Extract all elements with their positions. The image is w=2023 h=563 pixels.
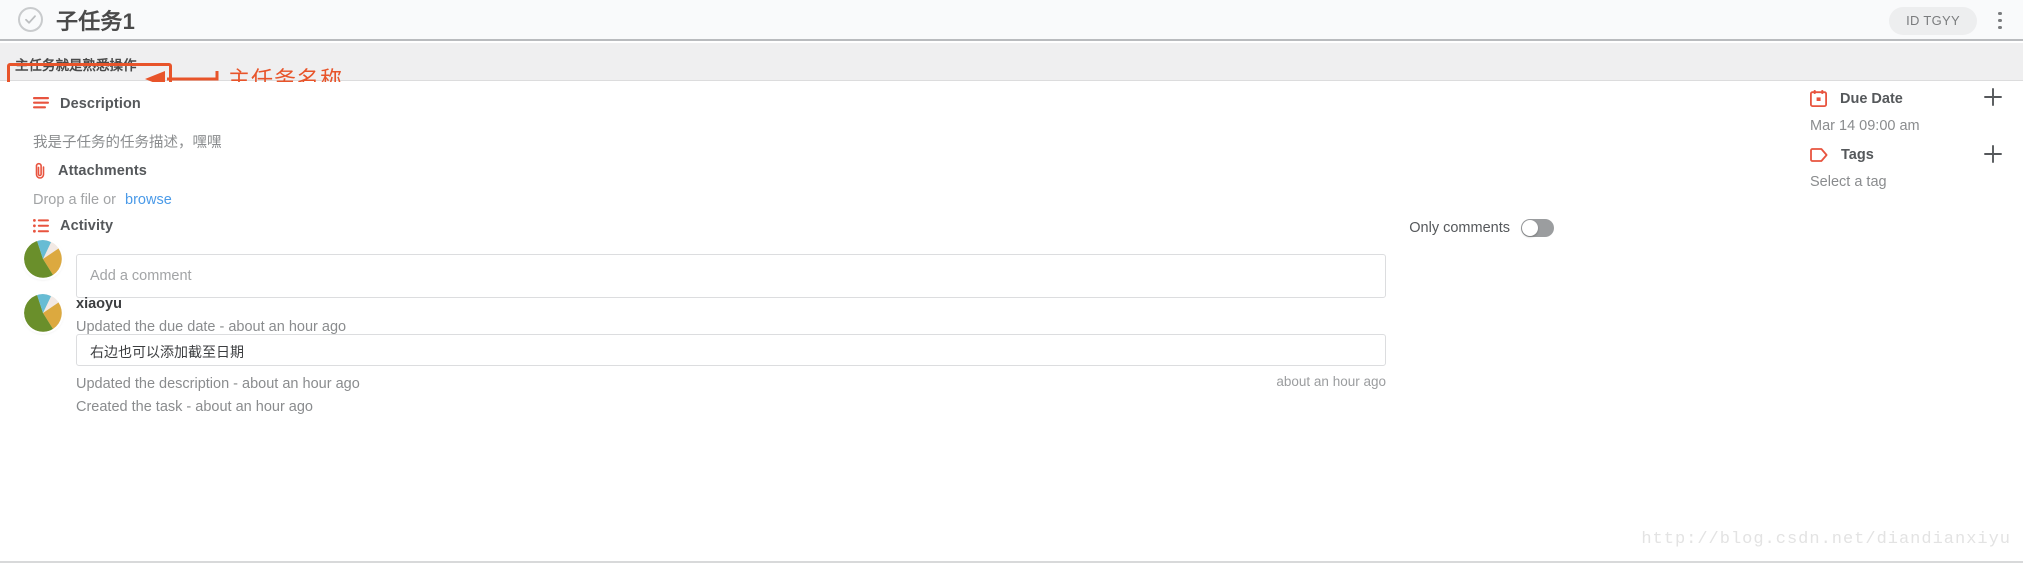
task-main-column: Description 我是子任务的任务描述，嘿嘿 Attachments Dr…	[0, 82, 1790, 563]
only-comments-label: Only comments	[1409, 220, 1510, 236]
due-date-heading: Due Date	[1840, 90, 1903, 107]
task-sidebar: Due Date Mar 14 09:00 am Tags Select a t…	[1790, 82, 2023, 563]
task-detail-page: 子任务1 ID TGYY 主任务就是熟悉操作 主任务名称 Description…	[0, 0, 2023, 563]
task-id-badge[interactable]: ID TGYY	[1889, 6, 1977, 35]
task-body: Description 我是子任务的任务描述，嘿嘿 Attachments Dr…	[0, 82, 2023, 563]
only-comments-control[interactable]: Only comments	[1409, 219, 1554, 237]
watermark-text: http://blog.csdn.net/diandianxiyu	[1641, 530, 2011, 549]
attachments-dropzone[interactable]: Drop a file or browse	[33, 192, 172, 208]
check-circle-icon[interactable]	[18, 7, 43, 32]
comment-placeholder: Add a comment	[90, 268, 192, 284]
page-title: 子任务1	[56, 8, 136, 34]
tags-heading: Tags	[1841, 147, 1874, 163]
activity-user-name[interactable]: xiaoyu	[76, 296, 346, 312]
breadcrumb-parent-task[interactable]: 主任务就是熟悉操作	[15, 54, 137, 74]
add-due-date-plus-icon[interactable]	[1982, 86, 2004, 108]
attachments-section-header: Attachments	[33, 162, 147, 179]
activity-list-icon	[33, 219, 49, 233]
toggle-knob	[1522, 220, 1538, 236]
activity-comment-text: 右边也可以添加截至日期	[90, 344, 244, 360]
header-left-group: 子任务1	[0, 4, 135, 36]
tag-icon	[1810, 148, 1828, 162]
description-text[interactable]: 我是子任务的任务描述，嘿嘿	[33, 131, 222, 152]
sidebar-section-due-date: Due Date Mar 14 09:00 am	[1790, 88, 2023, 134]
description-lines-icon	[33, 97, 49, 109]
activity-heading: Activity	[60, 218, 114, 234]
kebab-menu-icon[interactable]	[1993, 8, 2007, 34]
dropzone-text: Drop a file or	[33, 192, 117, 208]
calendar-icon	[1810, 90, 1827, 107]
avatar	[24, 240, 62, 278]
tags-value[interactable]: Select a tag	[1810, 174, 2023, 190]
activity-entry: Created the task - about an hour ago	[76, 399, 313, 415]
activity-entry: Updated the description - about an hour …	[76, 376, 360, 392]
due-date-value[interactable]: Mar 14 09:00 am	[1810, 118, 2023, 134]
activity-action-text: Updated the due date - about an hour ago	[76, 319, 347, 335]
paperclip-icon	[35, 162, 45, 179]
only-comments-toggle[interactable]	[1521, 219, 1554, 237]
activity-comment-bubble[interactable]: 右边也可以添加截至日期	[76, 334, 1386, 366]
activity-comment-time: about an hour ago	[1276, 374, 1386, 389]
activity-section-header: Activity	[33, 218, 113, 234]
due-date-header: Due Date	[1790, 88, 2023, 107]
page-header: 子任务1 ID TGYY	[0, 0, 2023, 41]
description-section-header: Description	[33, 96, 141, 112]
tags-header: Tags	[1790, 145, 2023, 163]
description-heading: Description	[60, 96, 141, 112]
avatar	[24, 294, 62, 332]
comment-input[interactable]: Add a comment	[76, 254, 1386, 298]
browse-link[interactable]: browse	[125, 192, 172, 208]
activity-entry: xiaoyu Updated the due date - about an h…	[76, 296, 346, 335]
sidebar-section-tags: Tags Select a tag	[1790, 145, 2023, 190]
header-right-group: ID TGYY	[1889, 0, 2011, 41]
add-tag-plus-icon[interactable]	[1982, 143, 2004, 165]
attachments-heading: Attachments	[58, 162, 147, 179]
